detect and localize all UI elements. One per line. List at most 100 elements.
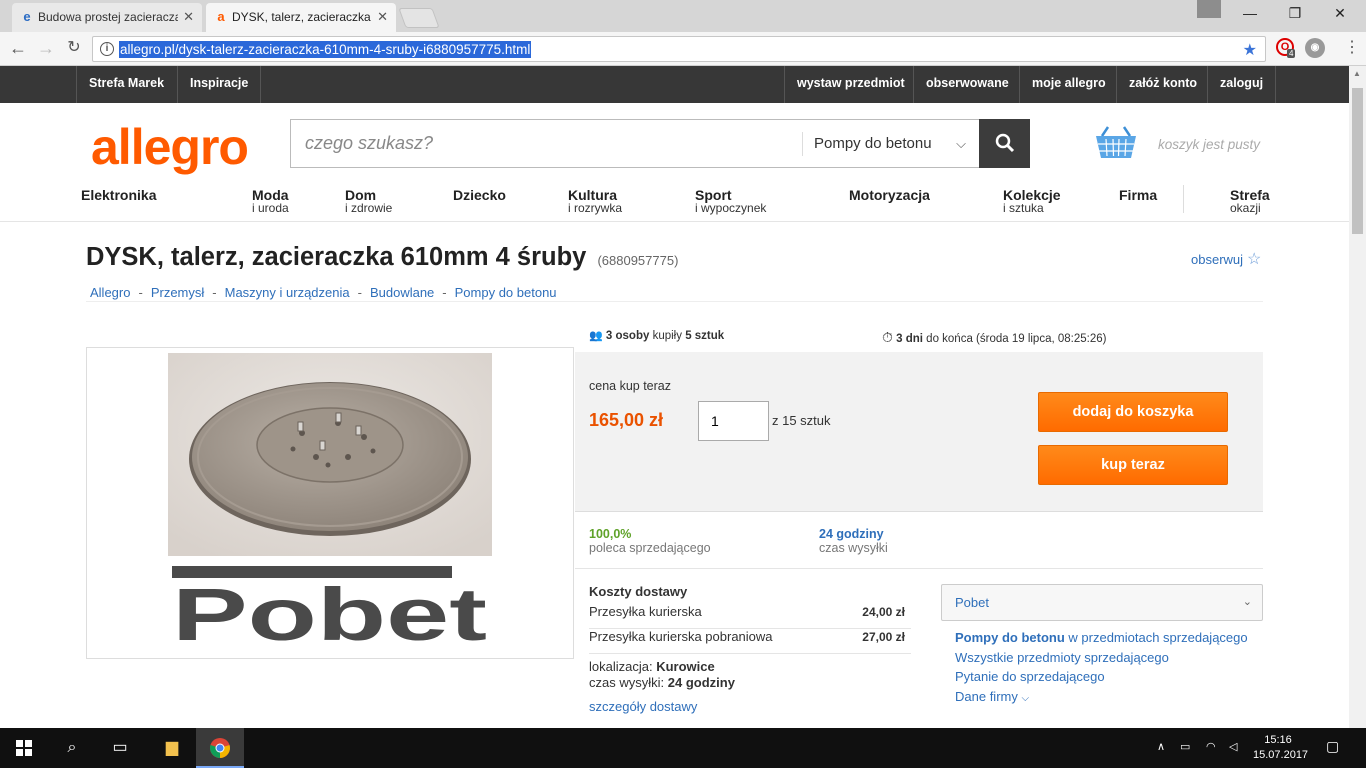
topbar-zaloguj[interactable]: zaloguj [1207,66,1277,103]
category-strefa-okazji[interactable]: Strefa okazji [1230,188,1270,215]
minimize-button[interactable]: — [1228,0,1272,28]
browser-tab-1[interactable]: e Budowa prostej zacieracza ✕ [12,3,202,32]
notification-icon[interactable]: ▢ [1326,738,1339,755]
user-profile-icon[interactable] [1197,0,1221,18]
category-kolekcje[interactable]: Kolekcje i sztuka [1003,188,1061,215]
category-label: Motoryzacja [849,187,930,203]
shipping-price: 27,00 zł [862,630,905,644]
back-arrow-icon[interactable]: ← [6,37,30,59]
breadcrumb-item[interactable]: Budowlane [370,285,434,300]
task-view-icon[interactable]: ▭ [96,728,144,768]
category-sub: i sztuka [1003,201,1044,215]
ends-rest: do końca (środa 19 lipca, 08:25:26) [926,333,1107,345]
product-image-box[interactable]: Pobet [86,347,574,659]
new-tab-button[interactable] [398,8,440,28]
search-icon [995,133,1014,153]
watch-button[interactable]: obserwuj ☆ [1191,249,1261,269]
quantity-input[interactable] [698,401,769,441]
chevron-down-icon: ⌵ [1021,693,1030,704]
browser-tab-2[interactable]: a DYSK, talerz, zacieraczka ✕ [206,3,396,32]
company-data-label: Dane firmy [955,689,1018,704]
allegro-logo[interactable]: allegro [91,118,249,176]
breadcrumb-item[interactable]: Pompy do betonu [455,285,557,300]
reload-icon[interactable]: ↻ [62,37,86,59]
buy-now-button[interactable]: kup teraz [1038,445,1228,485]
seller-all-items-link[interactable]: Wszystkie przedmioty sprzedającego [955,650,1169,665]
add-to-cart-button[interactable]: dodaj do koszyka [1038,392,1228,432]
shipping-details-link[interactable]: szczegóły dostawy [589,699,697,714]
breadcrumb-separator: - [138,285,143,300]
topbar-moje-allegro[interactable]: moje allegro [1019,66,1118,103]
wifi-icon[interactable]: ◠ [1206,740,1216,753]
close-icon[interactable]: ✕ [183,3,194,31]
file-explorer-icon[interactable]: ▆ [148,728,196,768]
search-category-select[interactable]: Pompy do betonu ⌵ [802,132,980,156]
search-input[interactable] [291,120,801,167]
basket-icon[interactable] [1094,124,1138,160]
price-label: cena kup teraz [589,379,671,393]
category-sub: okazji [1230,201,1261,215]
category-label: Firma [1119,187,1158,203]
topbar-zaloz-konto[interactable]: załóż konto [1116,66,1209,103]
breadcrumb-item[interactable]: Maszyny i urządzenia [225,285,350,300]
forward-arrow-icon[interactable]: → [34,37,58,59]
cart-status[interactable]: koszyk jest pusty [1158,137,1260,152]
search-icon[interactable]: ⌕ [48,728,96,768]
category-motoryzacja[interactable]: Motoryzacja [849,188,930,202]
category-firma[interactable]: Firma [1119,188,1157,202]
clock-date: 15.07.2017 [1253,749,1309,761]
topbar-obserwowane[interactable]: obserwowane [913,66,1021,103]
page-scrollbar[interactable]: ▲ [1349,66,1366,728]
buyers-mid: kupiły [652,330,682,342]
category-moda[interactable]: Moda i uroda [252,188,289,215]
people-icon: 👥 [589,330,603,342]
shipping-time-label: czas wysyłki [819,541,888,555]
seller-dropdown[interactable]: Pobet ⌄ [941,584,1263,621]
breadcrumb-item[interactable]: Allegro [90,285,130,300]
clock-time: 15:16 [1264,734,1292,746]
chrome-logo-icon [210,738,230,758]
company-data-link[interactable]: Dane firmy ⌵ [955,689,1029,704]
breadcrumb-separator: - [357,285,362,300]
ask-seller-link[interactable]: Pytanie do sprzedającego [955,669,1105,684]
chrome-icon[interactable] [196,728,244,768]
tab-title: DYSK, talerz, zacieraczka [232,10,371,24]
category-dom[interactable]: Dom i zdrowie [345,188,392,215]
category-kultura[interactable]: Kultura i rozrywka [568,188,622,215]
tray-chevron-icon[interactable]: ∧ [1157,740,1165,753]
dispatch-time: czas wysyłki: 24 godziny [589,675,735,690]
watch-label: obserwuj [1191,252,1244,267]
seller-category-link[interactable]: Pompy do betonu w przedmiotach sprzedają… [955,630,1248,645]
category-elektronika[interactable]: Elektronika [81,188,156,202]
taskbar-clock[interactable]: 15:16 15.07.2017 [1253,733,1309,763]
breadcrumb-item[interactable]: Przemysł [151,285,204,300]
scrollbar-thumb[interactable] [1352,88,1363,234]
topbar-inspiracje[interactable]: Inspiracje [177,66,262,103]
extension-badge: 4 [1287,49,1296,58]
buyers-stat: 👥 3 osoby kupiły 5 sztuk [589,329,724,342]
close-window-button[interactable]: ✕ [1318,0,1362,28]
buyers-count: 3 osoby [605,330,650,342]
topbar-strefa-marek[interactable]: Strefa Marek [76,66,176,103]
close-icon[interactable]: ✕ [377,3,388,31]
address-bar[interactable]: i allegro.pl/dysk-talerz-zacieraczka-610… [92,36,1266,62]
film-extension-icon[interactable]: ◉ [1305,38,1325,58]
bookmark-star-icon[interactable]: ★ [1243,40,1257,60]
info-icon[interactable]: i [100,42,114,56]
category-sport[interactable]: Sport i wypoczynek [695,188,766,215]
maximize-button[interactable]: ❐ [1273,0,1317,28]
category-dziecko[interactable]: Dziecko [453,188,506,202]
product-photo[interactable] [168,353,492,556]
url-text[interactable]: allegro.pl/dysk-talerz-zacieraczka-610mm… [119,41,532,58]
trowel-disc-image [168,353,492,556]
windows-start-icon[interactable] [0,728,48,768]
auction-end-stat: ⏱ 3 dni do końca (środa 19 lipca, 08:25:… [882,329,1106,346]
topbar-wystaw[interactable]: wystaw przedmiot [784,66,917,103]
menu-kebab-icon[interactable]: ⋮ [1340,37,1364,59]
scroll-up-icon[interactable]: ▲ [1353,69,1361,78]
shipping-method: Przesyłka kurierska pobraniowa [589,629,773,644]
volume-icon[interactable]: ◁ [1229,740,1237,753]
buy-box: cena kup teraz 165,00 zł z 15 sztuk doda… [575,352,1263,512]
battery-icon[interactable]: ▭ [1180,740,1190,753]
search-button[interactable] [979,119,1030,168]
